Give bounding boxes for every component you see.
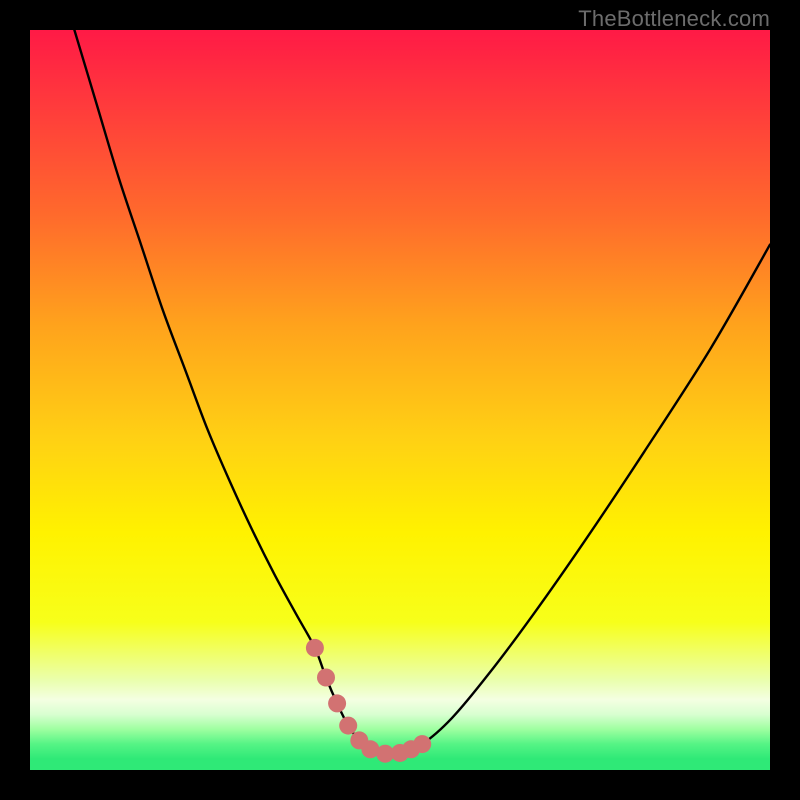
highlight-dot [328,694,346,712]
markers-layer [30,30,770,770]
highlight-dot [317,669,335,687]
highlight-dot [339,717,357,735]
watermark-text: TheBottleneck.com [578,6,770,32]
plot-area [30,30,770,770]
highlight-dots [306,639,431,763]
chart-frame: TheBottleneck.com [0,0,800,800]
highlight-dot [413,735,431,753]
highlight-dot [306,639,324,657]
